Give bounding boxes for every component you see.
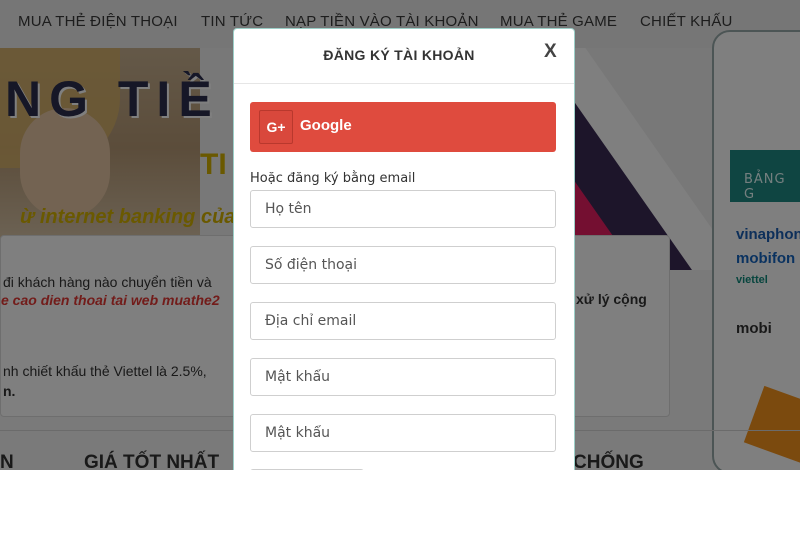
full-name-input[interactable]	[250, 190, 556, 228]
submit-button[interactable]	[250, 469, 364, 470]
modal-title: ĐĂNG KÝ TÀI KHOẢN	[323, 47, 475, 63]
close-button[interactable]: X	[544, 41, 557, 63]
google-signup-button[interactable]: G+ Google	[250, 102, 556, 152]
google-button-label: Google	[300, 117, 352, 134]
google-plus-icon: G+	[259, 110, 293, 144]
email-input[interactable]	[250, 302, 556, 340]
confirm-password-input[interactable]	[250, 414, 556, 452]
password-input[interactable]	[250, 358, 556, 396]
email-signup-label: Hoặc đăng ký bằng email	[250, 171, 416, 186]
modal-divider	[234, 83, 574, 84]
register-modal: ĐĂNG KÝ TÀI KHOẢN X G+ Google Hoặc đăng …	[233, 28, 575, 470]
phone-number-input[interactable]	[250, 246, 556, 284]
page-screenshot: MUA THẺ ĐIỆN THOẠI TIN TỨC NẠP TIỀN VÀO …	[0, 0, 800, 470]
